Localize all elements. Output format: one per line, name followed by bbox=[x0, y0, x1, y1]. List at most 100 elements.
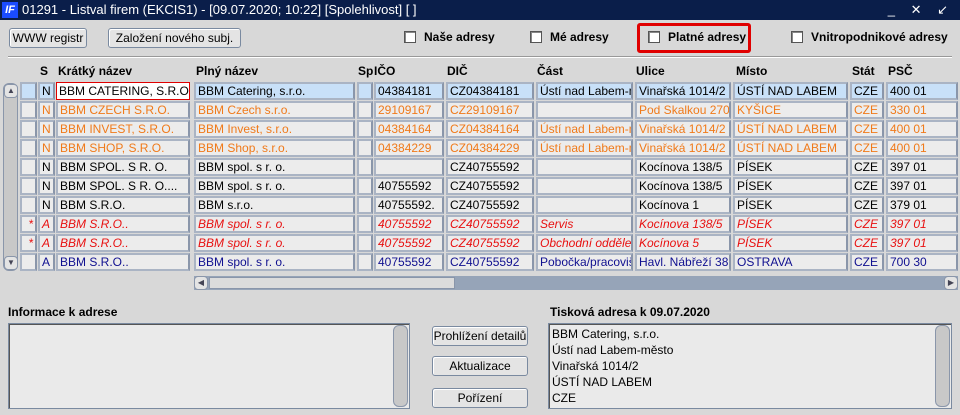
cell-street[interactable]: Vinařská 1014/2 bbox=[635, 139, 731, 157]
cell-dic[interactable]: CZ40755592 bbox=[446, 177, 534, 195]
row-marker[interactable]: * bbox=[20, 234, 37, 252]
cell-ico[interactable]: 40755592 bbox=[374, 177, 444, 195]
cell-zip[interactable]: 379 01 bbox=[886, 196, 958, 214]
cell-dic[interactable]: CZ40755592 bbox=[446, 215, 534, 233]
cell-street[interactable]: Kocínova 138/5 bbox=[635, 215, 731, 233]
cell-sp[interactable] bbox=[357, 158, 373, 176]
cell-sp[interactable] bbox=[357, 101, 373, 119]
cell-dic[interactable]: CZ40755592 bbox=[446, 158, 534, 176]
cell-dic[interactable]: CZ04384229 bbox=[446, 139, 534, 157]
cell-state[interactable]: CZE bbox=[850, 253, 884, 271]
cell-street[interactable]: Kocínova 5 bbox=[635, 234, 731, 252]
update-button[interactable]: Aktualizace bbox=[432, 356, 528, 376]
cell-short-name[interactable]: BBM SPOL. S R. O.... bbox=[56, 177, 190, 195]
new-subject-button[interactable]: Založení nového subj. bbox=[108, 28, 241, 48]
cell-sp[interactable] bbox=[357, 215, 373, 233]
column-header-state[interactable]: Stát bbox=[852, 64, 875, 78]
print-scrollbar[interactable] bbox=[935, 325, 950, 407]
column-header-dic[interactable]: DIČ bbox=[447, 64, 468, 78]
cell-state[interactable]: CZE bbox=[850, 196, 884, 214]
cell-zip[interactable]: 330 01 bbox=[886, 101, 958, 119]
cell-street[interactable]: Pod Skalkou 270 bbox=[635, 101, 731, 119]
row-marker[interactable]: * bbox=[20, 215, 37, 233]
info-scrollbar[interactable] bbox=[393, 325, 408, 407]
row-marker[interactable] bbox=[20, 120, 37, 138]
cell-city[interactable]: OSTRAVA bbox=[733, 253, 848, 271]
cell-short-name[interactable]: BBM CZECH S.R.O. bbox=[56, 101, 190, 119]
cell-dic[interactable]: CZ04384164 bbox=[446, 120, 534, 138]
cell-sp[interactable] bbox=[357, 177, 373, 195]
filter-nase-adresy[interactable]: Naše adresy bbox=[404, 30, 495, 44]
www-registr-button[interactable]: WWW registr bbox=[9, 28, 87, 48]
column-header-full-name[interactable]: Plný název bbox=[196, 64, 258, 78]
cell-ico[interactable]: 40755592 bbox=[374, 234, 444, 252]
window-controls[interactable]: _ ✕ ↙ bbox=[888, 0, 954, 20]
scroll-left-icon[interactable]: ◀ bbox=[194, 276, 208, 290]
cell-zip[interactable]: 397 01 bbox=[886, 234, 958, 252]
cell-sp[interactable] bbox=[357, 196, 373, 214]
cell-full-name[interactable]: BBM Czech s.r.o. bbox=[194, 101, 355, 119]
cell-full-name[interactable]: BBM Catering, s.r.o. bbox=[194, 82, 355, 100]
cell-ico[interactable]: 04384164 bbox=[374, 120, 444, 138]
column-header-street[interactable]: Ulice bbox=[636, 64, 665, 78]
cell-state[interactable]: CZE bbox=[850, 120, 884, 138]
row-marker[interactable] bbox=[20, 196, 37, 214]
scroll-right-icon[interactable]: ▶ bbox=[944, 276, 958, 290]
cell-status[interactable]: A bbox=[38, 234, 55, 252]
cell-full-name[interactable]: BBM spol. s r. o. bbox=[194, 158, 355, 176]
checkbox[interactable] bbox=[404, 31, 416, 43]
cell-status[interactable]: N bbox=[38, 120, 55, 138]
cell-part[interactable] bbox=[536, 177, 633, 195]
cell-status[interactable]: A bbox=[38, 253, 55, 271]
cell-ico[interactable]: 40755592 bbox=[374, 253, 444, 271]
cell-zip[interactable]: 400 01 bbox=[886, 139, 958, 157]
cell-part[interactable]: Obchodní oddělení bbox=[536, 234, 633, 252]
cell-part[interactable] bbox=[536, 196, 633, 214]
cell-full-name[interactable]: BBM spol. s r. o. bbox=[194, 177, 355, 195]
cell-sp[interactable] bbox=[357, 234, 373, 252]
row-marker[interactable] bbox=[20, 177, 37, 195]
cell-full-name[interactable]: BBM Shop, s.r.o. bbox=[194, 139, 355, 157]
cell-street[interactable]: Vinařská 1014/2 bbox=[635, 120, 731, 138]
cell-short-name[interactable]: BBM INVEST, S.R.O. bbox=[56, 120, 190, 138]
filter-platne-adresy[interactable]: Platné adresy bbox=[648, 30, 746, 44]
cell-part[interactable]: Ústí nad Labem-město bbox=[536, 82, 633, 100]
cell-status[interactable]: N bbox=[38, 82, 55, 100]
cell-status[interactable]: N bbox=[38, 139, 55, 157]
cell-short-name[interactable]: BBM S.R.O.. bbox=[56, 234, 190, 252]
checkbox[interactable] bbox=[648, 31, 660, 43]
cell-zip[interactable]: 397 01 bbox=[886, 215, 958, 233]
cell-state[interactable]: CZE bbox=[850, 139, 884, 157]
cell-city[interactable]: ÚSTÍ NAD LABEM bbox=[733, 82, 848, 100]
cell-street[interactable]: Kocínova 138/5 bbox=[635, 177, 731, 195]
cell-sp[interactable] bbox=[357, 120, 373, 138]
cell-short-name[interactable]: BBM S.R.O. bbox=[56, 196, 190, 214]
cell-full-name[interactable]: BBM s.r.o. bbox=[194, 196, 355, 214]
filter-vnitropodnikove-adresy[interactable]: Vnitropodnikové adresy bbox=[791, 30, 948, 44]
cell-dic[interactable]: CZ29109167 bbox=[446, 101, 534, 119]
cell-full-name[interactable]: BBM Invest, s.r.o. bbox=[194, 120, 355, 138]
row-marker[interactable] bbox=[20, 82, 37, 100]
cell-dic[interactable]: CZ40755592 bbox=[446, 234, 534, 252]
cell-state[interactable]: CZE bbox=[850, 177, 884, 195]
column-header-status[interactable]: S bbox=[40, 64, 48, 78]
cell-street[interactable]: Kocínova 1 bbox=[635, 196, 731, 214]
cell-part[interactable] bbox=[536, 101, 633, 119]
cell-part[interactable]: Ústí nad Labem-město bbox=[536, 120, 633, 138]
cell-city[interactable]: ÚSTÍ NAD LABEM bbox=[733, 139, 848, 157]
cell-ico[interactable]: 40755592. bbox=[374, 196, 444, 214]
cell-city[interactable]: ÚSTÍ NAD LABEM bbox=[733, 120, 848, 138]
cell-city[interactable]: PÍSEK bbox=[733, 196, 848, 214]
cell-short-name[interactable]: BBM SHOP, S.R.O. bbox=[56, 139, 190, 157]
create-button[interactable]: Pořízení bbox=[432, 388, 528, 408]
cell-state[interactable]: CZE bbox=[850, 158, 884, 176]
print-address-textarea[interactable]: BBM Catering, s.r.o. Ústí nad Labem-měst… bbox=[548, 323, 952, 409]
cell-city[interactable]: KYŠICE bbox=[733, 101, 848, 119]
cell-ico[interactable]: 40755592 bbox=[374, 215, 444, 233]
column-header-part[interactable]: Část bbox=[537, 64, 563, 78]
cell-sp[interactable] bbox=[357, 253, 373, 271]
cell-full-name[interactable]: BBM spol. s r. o. bbox=[194, 215, 355, 233]
cell-full-name[interactable]: BBM spol. s r. o. bbox=[194, 234, 355, 252]
checkbox[interactable] bbox=[530, 31, 542, 43]
cell-short-name[interactable]: BBM SPOL. S R. O. bbox=[56, 158, 190, 176]
